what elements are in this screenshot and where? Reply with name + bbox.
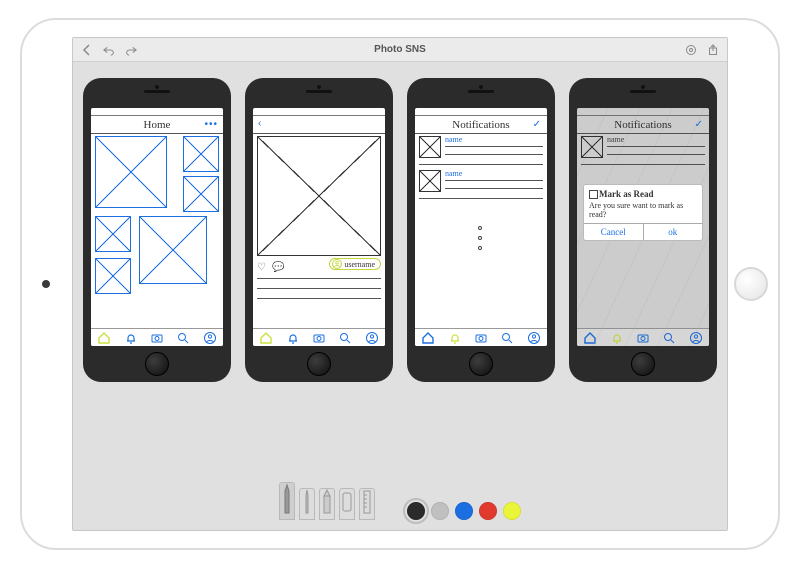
mockup-notifications-dialog[interactable]: Notifications ✓ name Mark as Read Are [569, 78, 717, 382]
tab-camera-icon[interactable] [150, 331, 164, 345]
more-icon[interactable]: ••• [204, 119, 218, 130]
app-topbar: Photo SNS [73, 38, 727, 62]
tab-notifications-icon[interactable] [286, 331, 300, 345]
mockup-home-header: Home ••• [91, 116, 223, 134]
tab-profile-icon[interactable] [689, 331, 703, 345]
mockup-detail[interactable]: ‹ ♡ 💬 [245, 78, 393, 382]
list-item-name: name [445, 169, 462, 178]
tab-home-icon[interactable] [259, 331, 273, 345]
list-item-name: name [445, 135, 462, 144]
tab-notifications-icon[interactable] [124, 331, 138, 345]
ipad-camera [42, 280, 50, 288]
tab-search-icon[interactable] [176, 331, 190, 345]
dialog-ok-button[interactable]: ok [643, 224, 703, 240]
heart-icon[interactable]: ♡ [257, 262, 266, 273]
tab-search-icon[interactable] [500, 331, 514, 345]
user-icon [332, 259, 342, 269]
username-pill[interactable]: username [329, 258, 381, 270]
color-palette [407, 502, 521, 520]
tab-search-icon[interactable] [338, 331, 352, 345]
mockup-notifications[interactable]: Notifications ✓ name name [407, 78, 555, 382]
tab-camera-icon[interactable] [474, 331, 488, 345]
app-title: Photo SNS [73, 44, 727, 55]
tab-notifications-icon[interactable] [610, 331, 624, 345]
tool-pen[interactable] [279, 482, 295, 520]
tab-search-icon[interactable] [662, 331, 676, 345]
dialog-title: Mark as Read [589, 189, 697, 199]
swatch-blue[interactable] [455, 502, 473, 520]
tabbar [91, 328, 223, 346]
mockup-home-title: Home [144, 119, 171, 131]
swatch-black[interactable] [407, 502, 425, 520]
tab-notifications-icon[interactable] [448, 331, 462, 345]
check-icon[interactable]: ✓ [695, 119, 704, 130]
username-label: username [344, 260, 375, 269]
comment-icon[interactable]: 💬 [272, 262, 284, 273]
mockup-notifications-header: Notifications ✓ [415, 116, 547, 134]
swatch-red[interactable] [479, 502, 497, 520]
tabbar [415, 328, 547, 346]
tab-camera-icon[interactable] [636, 331, 650, 345]
mockup-detail-header: ‹ [253, 116, 385, 134]
ipad-home-button[interactable] [734, 267, 768, 301]
swatch-grey[interactable] [431, 502, 449, 520]
tool-pencil[interactable] [319, 488, 335, 520]
dialog-message: Are you sure want to mark as read? [589, 201, 697, 219]
tool-eraser[interactable] [339, 488, 355, 520]
check-icon[interactable]: ✓ [533, 119, 542, 130]
canvas-area[interactable]: Home ••• [73, 62, 727, 530]
mockup-home[interactable]: Home ••• [83, 78, 231, 382]
tabbar [577, 328, 709, 346]
confirm-dialog: Mark as Read Are you sure want to mark a… [583, 184, 703, 241]
undo-icon[interactable] [103, 44, 115, 56]
tab-profile-icon[interactable] [203, 331, 217, 345]
swatch-lime[interactable] [503, 502, 521, 520]
tab-home-icon[interactable] [583, 331, 597, 345]
list-item-name: name [607, 135, 624, 144]
redo-icon[interactable] [125, 44, 137, 56]
back-icon[interactable] [81, 44, 93, 56]
mockup-notifications-title: Notifications [452, 119, 509, 131]
tab-profile-icon[interactable] [527, 331, 541, 345]
mockup-notifications-dialog-title: Notifications [614, 119, 671, 131]
drawing-toolbar [73, 482, 727, 520]
tabbar [253, 328, 385, 346]
tab-home-icon[interactable] [97, 331, 111, 345]
tool-fine-pen[interactable] [299, 488, 315, 520]
ipad-frame: Photo SNS Home [20, 18, 780, 550]
share-icon[interactable] [707, 44, 719, 56]
back-chevron-icon[interactable]: ‹ [258, 118, 261, 129]
dialog-cancel-button[interactable]: Cancel [584, 224, 643, 240]
mockup-notifications-dialog-header: Notifications ✓ [577, 116, 709, 134]
settings-icon[interactable] [685, 44, 697, 56]
tab-camera-icon[interactable] [312, 331, 326, 345]
app-screen: Photo SNS Home [72, 37, 728, 531]
tab-home-icon[interactable] [421, 331, 435, 345]
tab-profile-icon[interactable] [365, 331, 379, 345]
tool-ruler[interactable] [359, 488, 375, 520]
